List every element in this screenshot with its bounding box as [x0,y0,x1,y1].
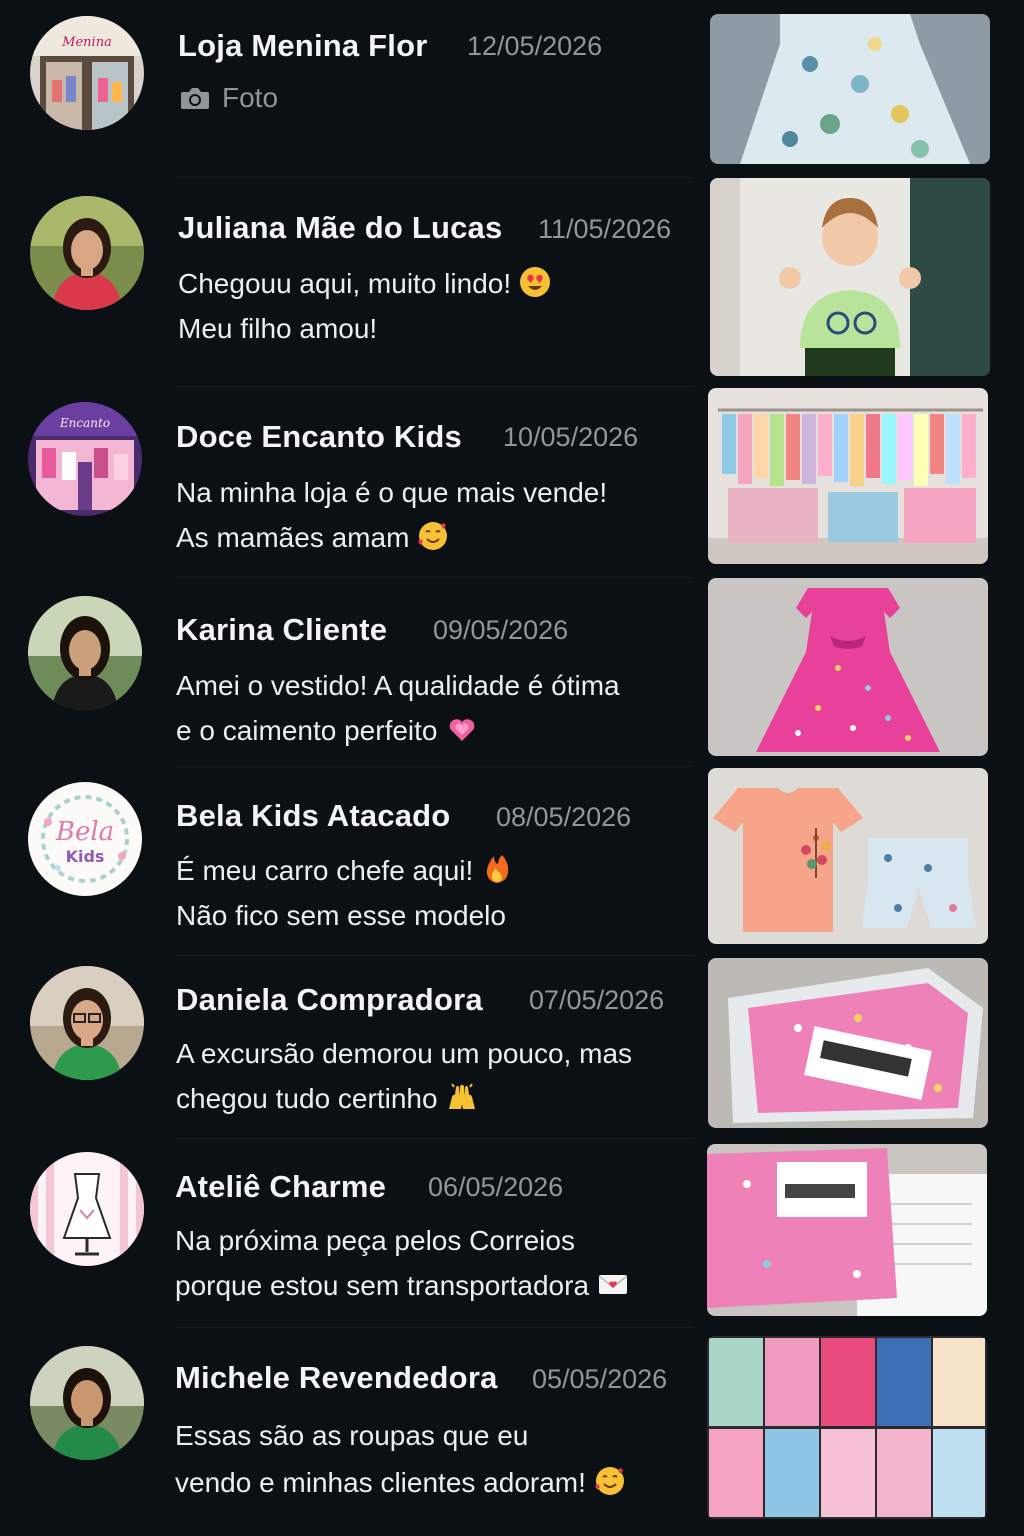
floral-dress-thumbnail[interactable] [710,14,990,164]
message-date: 12/05/2026 [467,31,603,61]
contact-name: Loja Menina Flor [178,28,428,63]
message-date: 08/05/2026 [496,802,632,832]
dress-form-avatar[interactable] [30,1152,144,1266]
row-divider [176,766,694,767]
message-date: 05/05/2026 [532,1364,668,1394]
contact-name: Karina Cliente [176,612,388,647]
package-bag-thumbnail[interactable] [708,958,988,1128]
chat-list: Menina Loja Menina Flor 12/05/2026 Foto [0,0,1024,1536]
contact-name: Doce Encanto Kids [176,419,462,454]
row-divider [176,577,694,578]
fire-emoji [481,853,513,885]
pink-store-avatar[interactable]: Encanto [28,402,142,516]
camera-icon [180,85,210,109]
svg-text:Menina: Menina [61,35,112,50]
pink-package-thumbnail[interactable] [707,1144,987,1316]
row-divider [176,177,694,178]
message-date: 10/05/2026 [503,422,639,452]
message-date: 06/05/2026 [428,1172,564,1202]
message-date: 09/05/2026 [433,615,569,645]
message-preview: Amei o vestido! A qualidade é ótima e o … [176,670,620,746]
message-preview: Essas são as roupas que eu vendo e minha… [175,1412,626,1506]
heart-eyes-emoji [519,266,551,298]
store-front-avatar[interactable]: Menina [30,16,144,130]
woman-avatar[interactable] [28,596,142,710]
pink-dress-thumbnail[interactable] [708,578,988,756]
smiling-hearts-emoji [594,1465,626,1497]
row-divider [176,1327,694,1328]
boy-thumbs-up-thumbnail[interactable] [710,178,990,376]
raising-hands-emoji [446,1081,478,1113]
shirt-shorts-set-thumbnail[interactable] [708,768,988,944]
message-preview: Na próxima peça pelos Correios porque es… [175,1218,629,1308]
envelope-emoji [597,1268,629,1300]
dress-collage-thumbnail[interactable] [707,1336,987,1519]
contact-name: Bela Kids Atacado [176,798,451,833]
sparkling-heart-emoji [446,713,478,745]
bela-kids-logo-avatar[interactable]: Bela Kids [28,782,142,896]
message-date: 07/05/2026 [529,985,665,1015]
svg-text:Kids: Kids [66,847,105,866]
contact-name: Juliana Mãe do Lucas [178,210,503,245]
message-date: 11/05/2026 [538,214,672,244]
svg-text:Bela: Bela [55,817,114,847]
clothing-rack-thumbnail[interactable] [708,388,988,564]
message-preview: Chegouu aqui, muito lindo! Meu filho amo… [178,261,551,351]
row-divider [176,386,694,387]
svg-text:Encanto: Encanto [59,416,110,430]
row-divider [176,1138,694,1139]
message-preview: A excursão demorou um pouco, mas chegou … [176,1038,633,1114]
woman-avatar[interactable] [30,196,144,310]
message-preview: É meu carro chefe aqui! Não fico sem ess… [176,848,513,938]
contact-name: Daniela Compradora [176,982,483,1017]
smiling-hearts-emoji [417,520,449,552]
contact-name: Ateliê Charme [175,1169,387,1204]
message-preview: Na minha loja é o que mais vende! As mam… [176,477,608,553]
woman-avatar[interactable] [30,966,144,1080]
contact-name: Michele Revendedora [175,1360,498,1395]
row-divider [176,955,694,956]
woman-avatar[interactable] [30,1346,144,1460]
photo-preview-label: Foto [180,82,278,114]
